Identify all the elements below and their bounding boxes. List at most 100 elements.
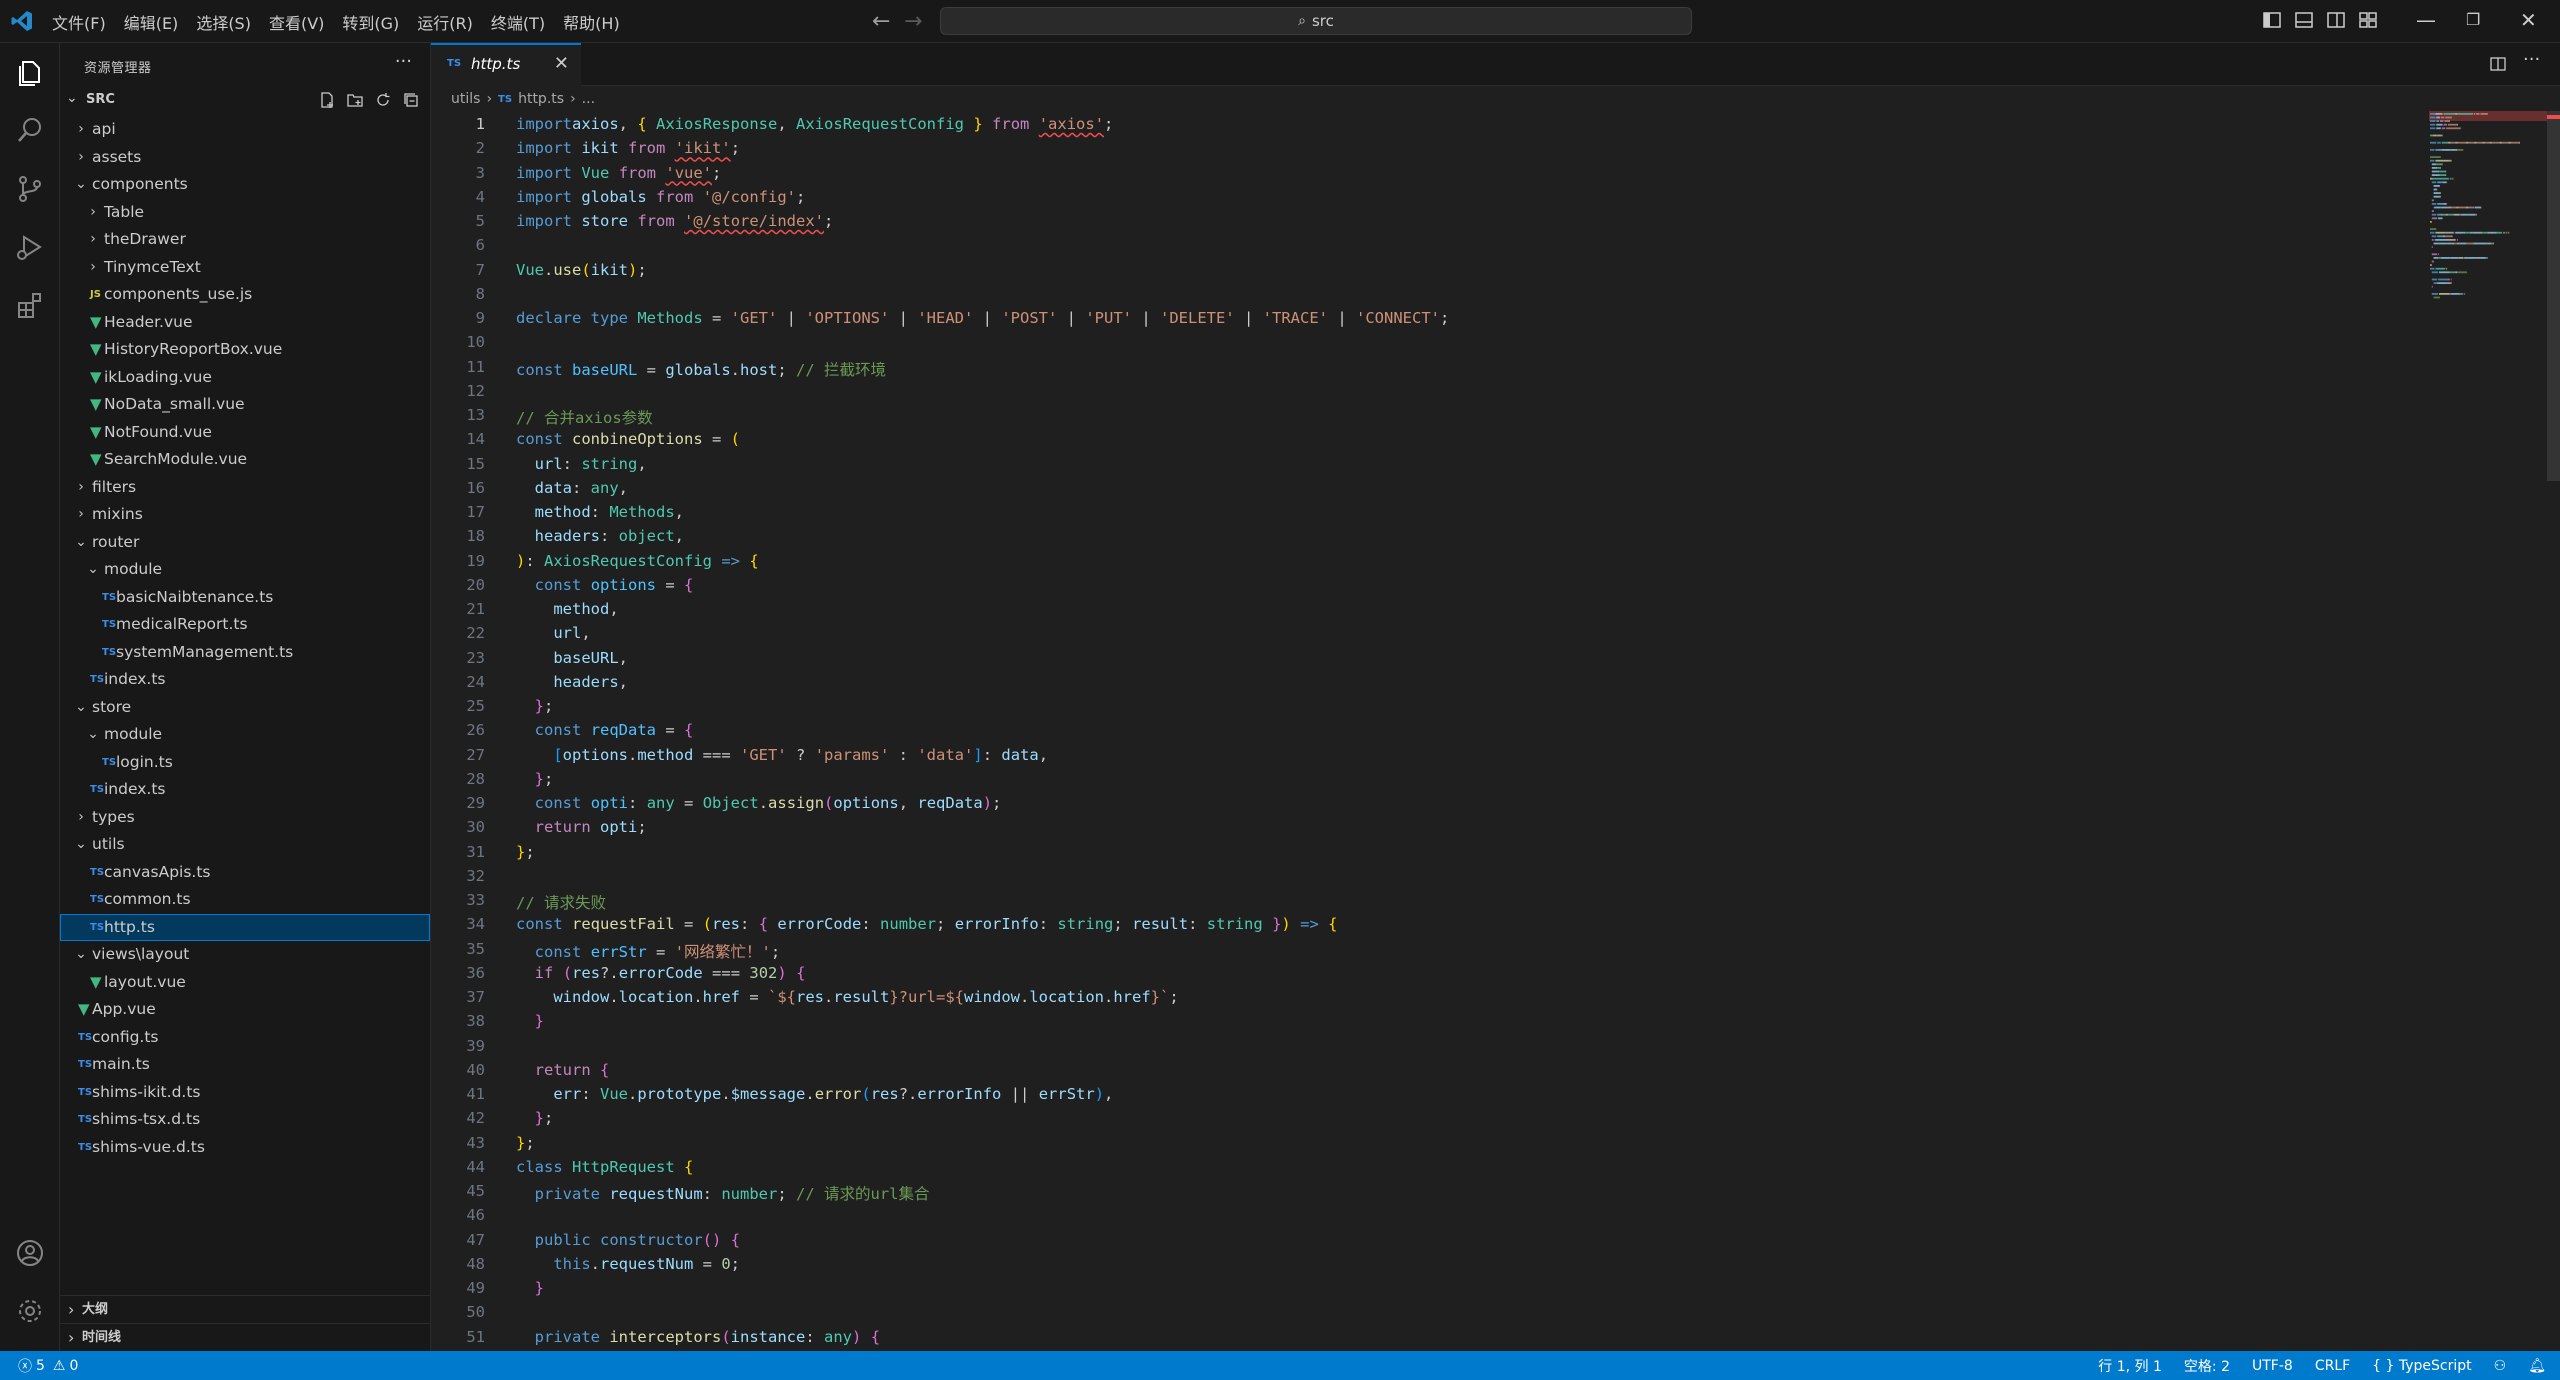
code-line[interactable]: // 请求失败 <box>516 891 606 913</box>
tree-file[interactable]: ▼ Header.vue <box>60 309 430 337</box>
editor-more-actions-icon[interactable]: ··· <box>2523 49 2540 70</box>
menu-item[interactable]: 运行(R) <box>417 10 473 34</box>
settings-gear-icon[interactable] <box>14 1295 46 1327</box>
extensions-icon[interactable] <box>14 289 46 321</box>
command-center-search[interactable]: ⌕ src <box>940 7 1692 35</box>
code-line[interactable]: import ikit from 'ikit'; <box>516 139 740 157</box>
tree-folder[interactable]: › types <box>60 804 430 832</box>
tree-file[interactable]: JS components_use.js <box>60 281 430 309</box>
code-line[interactable]: }; <box>516 770 554 788</box>
editor-scrollbar[interactable] <box>2547 111 2560 1351</box>
run-debug-icon[interactable] <box>14 231 46 263</box>
problems-indicator[interactable]: ⓧ 5 ⚠ 0 <box>18 1356 78 1376</box>
code-line[interactable]: return { <box>516 1061 610 1079</box>
tree-file[interactable]: TS shims-tsx.d.ts <box>60 1106 430 1134</box>
tree-folder[interactable]: ⌄ module <box>60 556 430 584</box>
close-tab-icon[interactable]: ✕ <box>554 53 569 74</box>
code-line[interactable]: if (res?.errorCode === 302) { <box>516 964 806 982</box>
code-line[interactable]: headers: object, <box>516 527 684 545</box>
tree-file[interactable]: TS medicalReport.ts <box>60 611 430 639</box>
cursor-position[interactable]: 行 1, 列 1 <box>2098 1356 2162 1376</box>
tree-file[interactable]: TS config.ts <box>60 1024 430 1052</box>
code-line[interactable]: }; <box>516 843 535 861</box>
code-line[interactable]: import globals from '@/config'; <box>516 188 805 206</box>
breadcrumb-folder[interactable]: utils <box>451 91 480 107</box>
code-line[interactable]: const baseURL = globals.host; // 拦截环境 <box>516 358 886 380</box>
menu-item[interactable]: 查看(V) <box>269 10 324 34</box>
tree-file[interactable]: TS login.ts <box>60 749 430 777</box>
split-editor-icon[interactable] <box>2489 55 2507 73</box>
code-line[interactable]: class HttpRequest { <box>516 1158 693 1176</box>
breadcrumb-file[interactable]: http.ts <box>518 91 564 107</box>
breadcrumb-symbol[interactable]: ... <box>582 91 595 107</box>
tree-folder[interactable]: › mixins <box>60 501 430 529</box>
new-folder-icon[interactable] <box>346 91 364 109</box>
tree-file[interactable]: ▼ HistoryReoportBox.vue <box>60 336 430 364</box>
tree-file[interactable]: TS basicNaibtenance.ts <box>60 584 430 612</box>
language-mode[interactable]: { } TypeScript <box>2372 1358 2471 1374</box>
code-line[interactable]: err: Vue.prototype.$message.error(res?.e… <box>516 1085 1113 1103</box>
notifications-bell-icon[interactable]: 🔔︎ <box>2528 1358 2546 1374</box>
tree-file[interactable]: ▼ ikLoading.vue <box>60 364 430 392</box>
code-line[interactable]: baseURL, <box>516 649 628 667</box>
tree-file[interactable]: TS index.ts <box>60 666 430 694</box>
tree-folder[interactable]: › theDrawer <box>60 226 430 254</box>
tree-folder[interactable]: ⌄ store <box>60 694 430 722</box>
minimap[interactable] <box>2429 111 2547 401</box>
code-line[interactable]: [options.method === 'GET' ? 'params' : '… <box>516 746 1048 764</box>
menu-item[interactable]: 文件(F) <box>52 10 106 34</box>
code-line[interactable]: import store from '@/store/index'; <box>516 212 833 230</box>
code-line[interactable]: data: any, <box>516 479 628 497</box>
code-line[interactable]: import Vue from 'vue'; <box>516 164 721 182</box>
menu-item[interactable]: 终端(T) <box>491 10 545 34</box>
folder-header[interactable]: ⌄ SRC <box>60 89 430 113</box>
code-line[interactable]: declare type Methods = 'GET' | 'OPTIONS'… <box>516 309 1449 327</box>
explorer-icon[interactable] <box>14 57 46 89</box>
tree-file[interactable]: TS shims-ikit.d.ts <box>60 1079 430 1107</box>
tree-file[interactable]: TS common.ts <box>60 886 430 914</box>
tree-folder[interactable]: ⌄ components <box>60 171 430 199</box>
indentation[interactable]: 空格: 2 <box>2184 1356 2230 1376</box>
code-line[interactable]: ): AxiosRequestConfig => { <box>516 552 759 570</box>
tree-folder[interactable]: › Table <box>60 199 430 227</box>
tab-http-ts[interactable]: TS http.ts ✕ <box>431 43 581 86</box>
customize-layout-icon[interactable] <box>2358 11 2378 29</box>
code-line[interactable]: } <box>516 1012 544 1030</box>
code-line[interactable]: url: string, <box>516 455 647 473</box>
code-line[interactable]: url, <box>516 624 590 642</box>
code-line[interactable]: }; <box>516 1134 535 1152</box>
toggle-primary-sidebar-icon[interactable] <box>2262 11 2282 29</box>
menu-item[interactable]: 帮助(H) <box>563 10 620 34</box>
tree-folder[interactable]: › filters <box>60 474 430 502</box>
toggle-panel-icon[interactable] <box>2294 11 2314 29</box>
restore-icon[interactable]: ❐ <box>2466 10 2480 29</box>
code-line[interactable]: }; <box>516 1109 554 1127</box>
back-arrow-icon[interactable]: ← <box>872 9 890 34</box>
tree-file[interactable]: TS main.ts <box>60 1051 430 1079</box>
code-line[interactable]: // 合并axios参数 <box>516 406 653 428</box>
collapse-all-icon[interactable] <box>402 91 420 109</box>
more-actions-icon[interactable]: ··· <box>395 51 412 72</box>
line-ending[interactable]: CRLF <box>2315 1358 2350 1374</box>
code-line[interactable]: window.location.href = `${res.result}?ur… <box>516 988 1178 1006</box>
code-line[interactable]: return opti; <box>516 818 647 836</box>
search-icon[interactable] <box>14 115 46 147</box>
tree-file[interactable]: ▼ App.vue <box>60 996 430 1024</box>
code-line[interactable]: const errStr = '网络繁忙！'; <box>516 940 781 962</box>
code-line[interactable]: this.requestNum = 0; <box>516 1255 740 1273</box>
new-file-icon[interactable] <box>318 91 336 109</box>
tree-file[interactable]: ▼ NotFound.vue <box>60 419 430 447</box>
tree-file[interactable]: TS canvasApis.ts <box>60 859 430 887</box>
code-line[interactable]: public constructor() { <box>516 1231 740 1249</box>
timeline-panel-header[interactable]: 时间线 <box>60 1323 430 1351</box>
account-icon[interactable] <box>14 1237 46 1269</box>
code-line[interactable]: headers, <box>516 673 628 691</box>
code-editor[interactable]: 1 importaxios, { AxiosResponse, AxiosRequ… <box>431 111 2427 1351</box>
tree-folder[interactable]: › TinymceText <box>60 254 430 282</box>
refresh-icon[interactable] <box>374 91 392 109</box>
tree-folder[interactable]: ⌄ module <box>60 721 430 749</box>
tree-file[interactable]: TS systemManagement.ts <box>60 639 430 667</box>
encoding[interactable]: UTF-8 <box>2252 1358 2293 1374</box>
code-line[interactable]: const reqData = { <box>516 721 694 739</box>
tree-folder[interactable]: ⌄ views\layout <box>60 941 430 969</box>
